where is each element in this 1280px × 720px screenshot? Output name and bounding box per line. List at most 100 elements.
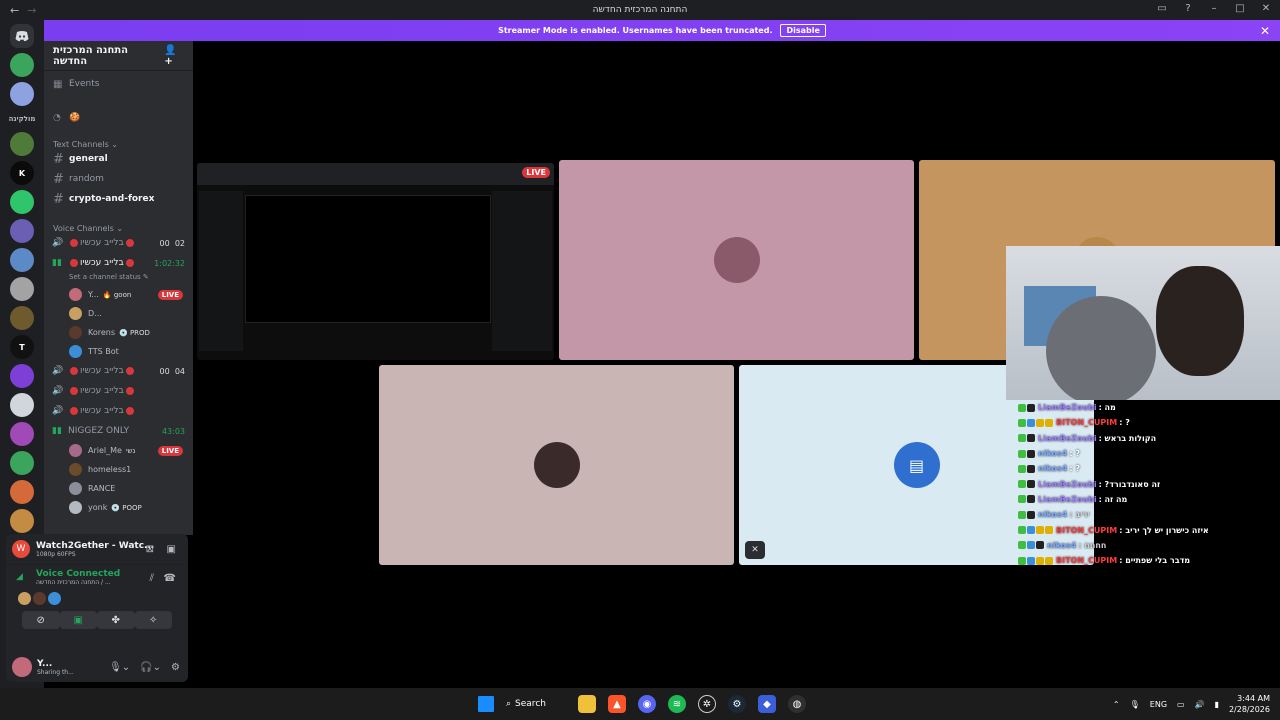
activities-button[interactable]: ✤: [97, 611, 135, 629]
kick-player: [245, 195, 491, 323]
server-icon[interactable]: [10, 190, 34, 214]
chevron-up-icon[interactable]: ⌃: [1113, 700, 1120, 709]
brave-icon[interactable]: ▲: [608, 695, 626, 713]
voice-channel[interactable]: 🔊 בלייב עכשיו: [44, 401, 193, 421]
headphones-icon[interactable]: 🎧⌄: [140, 662, 161, 673]
camera-off-button[interactable]: ⊘: [22, 611, 60, 629]
spotify-icon[interactable]: ≋: [668, 695, 686, 713]
voice-user[interactable]: Ariel_Me נשי LIVE: [44, 441, 193, 460]
avatar[interactable]: [48, 592, 61, 605]
chatgpt-icon[interactable]: ✲: [698, 695, 716, 713]
discord-icon[interactable]: ◉: [638, 695, 656, 713]
kick-chat: [492, 191, 552, 351]
voice-channel[interactable]: 🔊 בלייב עכשיו: [44, 381, 193, 401]
server-icon[interactable]: [10, 248, 34, 272]
server-icon[interactable]: [10, 509, 34, 533]
chat-text: : ?זה סאונדבורד: [1098, 479, 1161, 489]
voice-user[interactable]: yonk 💿 POOP: [44, 498, 193, 517]
avatar[interactable]: [18, 592, 31, 605]
microphone-icon[interactable]: 🎙: [1130, 700, 1140, 709]
hash-icon: #: [53, 151, 64, 167]
server-icon[interactable]: [10, 451, 34, 475]
obs-icon[interactable]: ◍: [788, 695, 806, 713]
server-icon[interactable]: [10, 422, 34, 446]
stream-tile[interactable]: KICK LIVE: [197, 163, 554, 360]
signal-icon[interactable]: ◢: [16, 572, 23, 582]
disable-streamer-mode-button[interactable]: Disable: [780, 24, 826, 37]
text-channel[interactable]: # crypto-and-forex: [44, 189, 193, 209]
deafened-icon: ✕: [745, 541, 765, 559]
server-icon[interactable]: [10, 219, 34, 243]
volume-icon[interactable]: 🔊: [1195, 700, 1205, 709]
server-icon[interactable]: [10, 277, 34, 301]
avatar[interactable]: [33, 592, 46, 605]
participant-tile[interactable]: [379, 365, 734, 565]
soundboard-button[interactable]: ✧: [134, 611, 172, 629]
add-member-icon[interactable]: 👤+: [164, 45, 185, 67]
server-icon[interactable]: מולקיגה: [9, 111, 36, 127]
participant-tile[interactable]: [559, 160, 914, 360]
user-count: 00: [159, 366, 170, 376]
server-icon[interactable]: [10, 306, 34, 330]
stop-stream-icon[interactable]: ⊠: [146, 544, 154, 555]
server-icon[interactable]: [10, 82, 34, 106]
file-explorer-icon[interactable]: [578, 695, 596, 713]
server-icon[interactable]: [10, 132, 34, 156]
close-banner-icon[interactable]: ✕: [1260, 24, 1270, 38]
voice-user[interactable]: TTS Bot: [44, 342, 193, 361]
person-image: [1046, 296, 1156, 400]
chat-username: LiamBeZoubi: [1038, 494, 1097, 504]
inbox-icon[interactable]: ▭: [1156, 3, 1168, 14]
chat-message: LiamBeZoubi: הקולות בראש: [1018, 431, 1218, 446]
language-indicator[interactable]: ENG: [1150, 700, 1167, 709]
voice-user[interactable]: Y... 🔥 goon LIVE: [44, 285, 193, 304]
search-button[interactable]: ⌕ Search: [506, 699, 566, 709]
app-icon[interactable]: ◆: [758, 695, 776, 713]
discord-home-icon[interactable]: [10, 24, 34, 48]
server-icon[interactable]: [10, 480, 34, 504]
disconnect-icon[interactable]: ☎: [164, 573, 176, 584]
steam-icon[interactable]: ⚙: [728, 695, 746, 713]
text-channel[interactable]: # random: [44, 169, 193, 189]
activity-row[interactable]: W Watch2Gether - Watc... 1080p 60FPS ⊠ ▣: [6, 534, 188, 564]
gear-icon[interactable]: ⚙: [171, 662, 180, 673]
voice-channel-name: בלייב עכשיו: [80, 366, 124, 376]
voice-user[interactable]: Korens 💿 PROD: [44, 323, 193, 342]
user-name: Ariel_Me: [88, 446, 122, 455]
server-icon[interactable]: [10, 53, 34, 77]
user-name[interactable]: Y...: [37, 659, 74, 669]
help-icon[interactable]: ?: [1182, 3, 1194, 14]
voice-channel[interactable]: 🔊 בלייב עכשיו 00 04: [44, 361, 193, 381]
microphone-icon[interactable]: 🎙⌄: [109, 662, 130, 673]
maximize-button[interactable]: □: [1234, 3, 1246, 14]
network-icon[interactable]: ▭: [1177, 700, 1185, 709]
browse-channels-item[interactable]: ◔ 🍪: [44, 105, 193, 131]
channel-status[interactable]: Set a channel status ✎: [44, 273, 193, 285]
voice-user[interactable]: RANCE: [44, 479, 193, 498]
voice-user[interactable]: homeless1: [44, 460, 193, 479]
noise-suppression-icon[interactable]: ⫽: [150, 573, 154, 584]
channel-sidebar: התחנה המרכזית החדשה 👤+ ▦ Events ◔ 🍪 Text…: [44, 41, 193, 535]
clock[interactable]: 3:44 AM 2/28/2026: [1229, 693, 1270, 715]
text-category[interactable]: Text Channels ⌄: [44, 131, 193, 149]
screen-share-button[interactable]: ▣: [59, 611, 97, 629]
activity-quality: 1080p 60FPS: [36, 550, 76, 558]
voice-channel[interactable]: 🔊 בלייב עכשיו 00 02: [44, 233, 193, 253]
avatar[interactable]: [12, 657, 32, 677]
stream-settings-icon[interactable]: ▣: [167, 544, 176, 555]
minimize-button[interactable]: –: [1208, 3, 1220, 14]
voice-channel-active[interactable]: ▮▮ בלייב עכשיו 1:02:32: [44, 253, 193, 273]
text-channel[interactable]: # general: [44, 149, 193, 169]
server-icon[interactable]: [10, 364, 34, 388]
battery-icon[interactable]: ▮: [1215, 700, 1219, 709]
close-window-button[interactable]: ✕: [1260, 3, 1272, 14]
events-item[interactable]: ▦ Events: [44, 71, 193, 97]
guild-header[interactable]: התחנה המרכזית החדשה 👤+: [44, 41, 193, 71]
server-icon[interactable]: [10, 393, 34, 417]
voice-category[interactable]: Voice Channels ⌄: [44, 215, 193, 233]
voice-channel-active[interactable]: ▮▮ NIGGEZ ONLY 43:03: [44, 421, 193, 441]
server-icon[interactable]: K: [10, 161, 34, 185]
windows-start-icon[interactable]: [478, 696, 494, 712]
voice-user[interactable]: D...: [44, 304, 193, 323]
server-icon[interactable]: T: [10, 335, 34, 359]
